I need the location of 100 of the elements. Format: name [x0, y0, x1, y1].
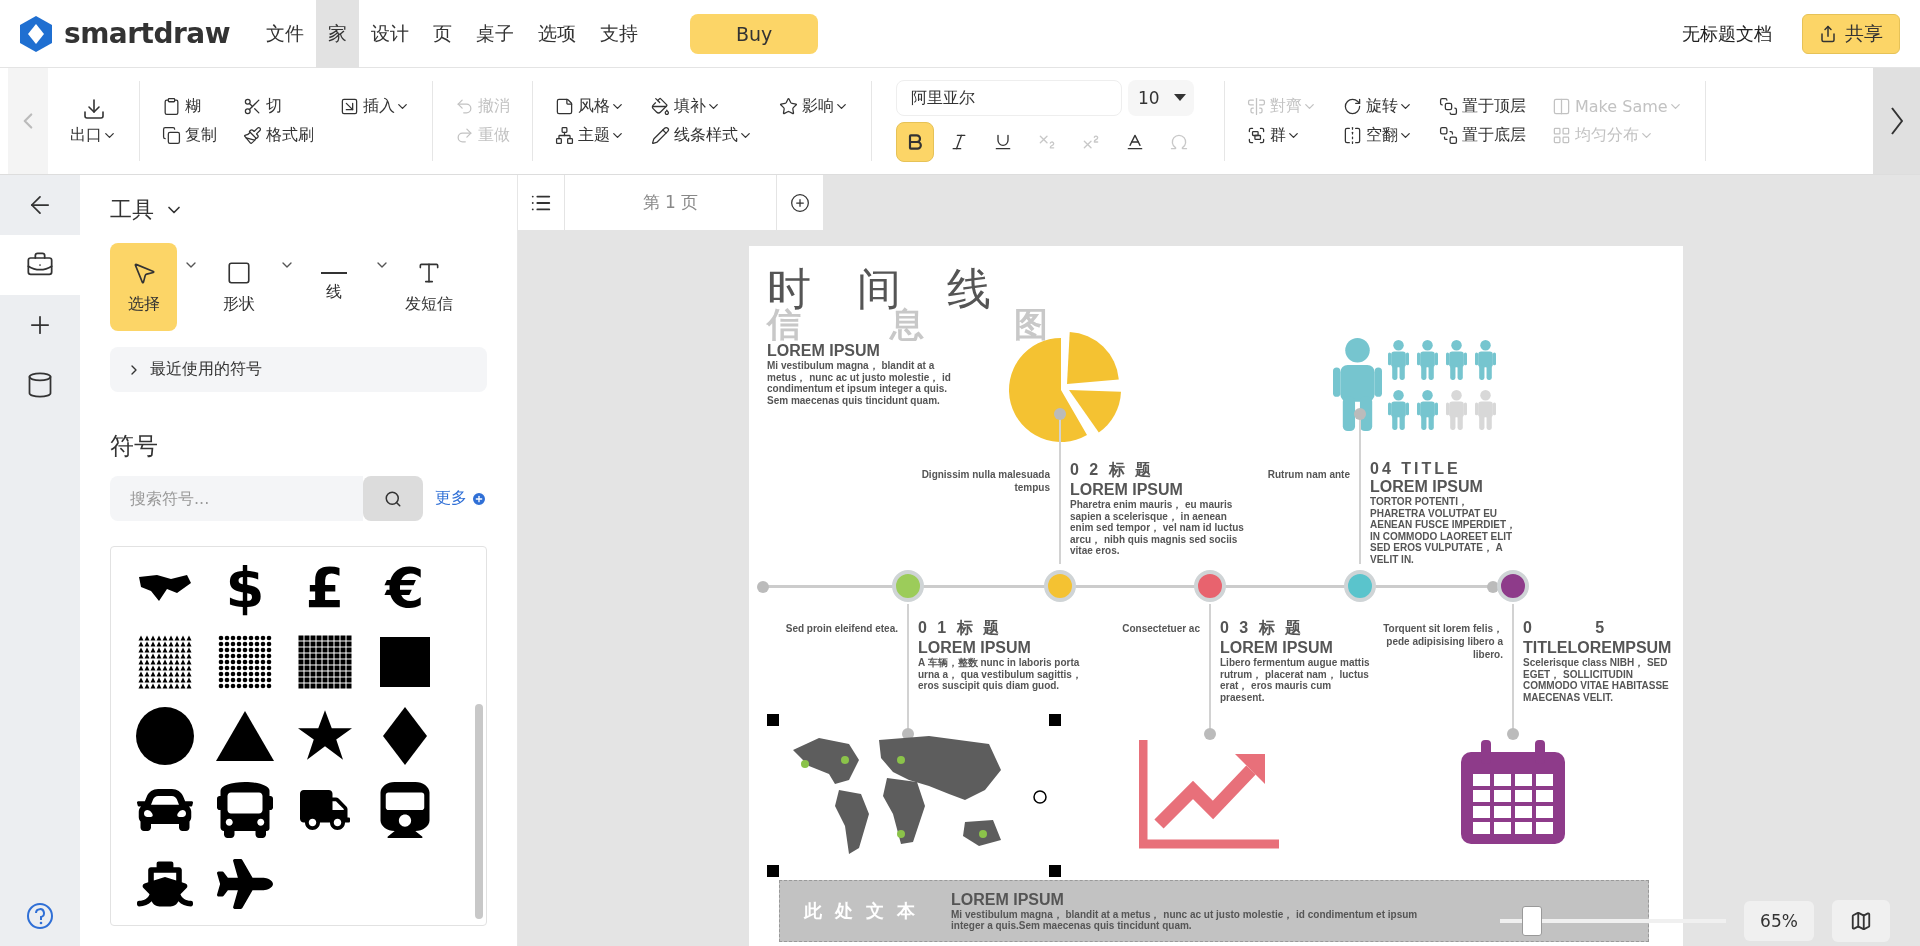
currency-symbol[interactable]: £: [305, 560, 345, 616]
ribbon-button[interactable]: 旋转: [1341, 94, 1415, 119]
ribbon-button[interactable]: 置于底层: [1437, 123, 1528, 148]
ribbon-button[interactable]: 插入: [338, 94, 412, 119]
menu-tab[interactable]: 支持: [588, 0, 651, 68]
milestone-number: 0 1 标 题: [918, 618, 1003, 638]
search-field[interactable]: 搜索符号...: [110, 476, 363, 521]
ribbon-button[interactable]: 出口: [68, 94, 119, 148]
symbols-heading: 符号: [110, 431, 159, 462]
calendar-icon: [1461, 740, 1565, 844]
currency-symbol[interactable]: €: [385, 560, 425, 616]
menu-tab[interactable]: 家: [316, 0, 360, 68]
menu-tab[interactable]: 设计: [359, 0, 422, 68]
star-icon[interactable]: [298, 710, 352, 762]
ribbon-button[interactable]: 切: [241, 94, 316, 119]
share-button[interactable]: 共享: [1802, 13, 1900, 54]
map-symbol-icon[interactable]: [137, 573, 193, 603]
clipboard-icon: [162, 97, 181, 116]
zoom-slider-thumb[interactable]: [1521, 906, 1542, 936]
font-size-dropdown[interactable]: 10: [1128, 80, 1194, 116]
distribute-icon: [1552, 126, 1571, 145]
ribbon-button[interactable]: 群: [1245, 123, 1319, 148]
add-page-button[interactable]: [777, 175, 824, 230]
ribbon-button[interactable]: 填补: [649, 94, 755, 119]
search-button[interactable]: [363, 476, 423, 521]
logo-text: smartdraw: [64, 17, 231, 50]
ribbon-button[interactable]: 主题: [553, 123, 627, 148]
ribbon-button[interactable]: 置于顶层: [1437, 94, 1528, 119]
page-list-button[interactable]: [518, 175, 565, 230]
copy-icon: [162, 126, 181, 145]
selection-handle[interactable]: [1049, 714, 1061, 726]
ribbon-button[interactable]: 线条样式: [649, 123, 755, 148]
milestone-number: 0 2 标 题: [1070, 460, 1155, 480]
tool-button[interactable]: 选择: [110, 243, 178, 331]
scrollbar-thumb[interactable]: [475, 704, 483, 919]
stem-end-dot: [1507, 728, 1519, 740]
menu-tab[interactable]: 页: [421, 0, 465, 68]
selection-handle[interactable]: [767, 714, 779, 726]
more-link[interactable]: 更多: [435, 488, 487, 509]
milestone-title: LOREM IPSUM: [1070, 481, 1183, 499]
milestone-text: Scelerisque class NIBH， SED EGET， SOLLICITUDIN COMMODO VITAE HABITASSE MAECENAS VELIT.: [1523, 657, 1670, 703]
rotate-handle[interactable]: [1033, 790, 1047, 804]
page-tab[interactable]: 第 1 页: [565, 175, 777, 230]
flip-icon: [1343, 126, 1362, 145]
dots-pattern-icon[interactable]: [218, 635, 272, 689]
logo-icon: [20, 15, 52, 52]
share-icon: [1819, 24, 1837, 43]
menu-tab[interactable]: 文件: [254, 0, 317, 68]
banner-heading: LOREM IPSUM: [951, 890, 1064, 909]
ribbon-button[interactable]: 格式刷: [241, 123, 316, 148]
font-field[interactable]: 阿里亚尔: [896, 80, 1122, 116]
map-icon: [1850, 910, 1872, 932]
menu-tab[interactable]: 选项: [526, 0, 589, 68]
timeline-end-dot: [1487, 581, 1499, 593]
milestone-text: Pharetra enim mauris， eu mauris sapien a scelerisque， in aenean enim sed tempor， vel nam id luctus arcu， nibh quis magnis sed sociis vitae eros.: [1070, 499, 1245, 557]
selection-handle[interactable]: [1049, 865, 1061, 877]
menu-tab[interactable]: 桌子: [464, 0, 527, 68]
scissors-icon: [243, 97, 262, 116]
selection-handle[interactable]: [767, 865, 779, 877]
tool-button[interactable]: 发短信: [395, 243, 464, 331]
ribbon-button[interactable]: 风格: [553, 94, 627, 119]
milestone-text: A 车辆，整数 nunc in laboris porta urna a， qua vestibulum sagittis， eros suscipit quis diam guod.: [918, 657, 1083, 692]
search-icon: [384, 489, 402, 508]
undo-icon: [455, 97, 474, 116]
recent-symbols-toggle[interactable]: 最近使用的符号: [110, 347, 487, 392]
buy-button[interactable]: Buy: [690, 13, 819, 54]
milestone-number: 0 3 标 题: [1220, 618, 1305, 638]
rectangle-icon: [225, 259, 252, 286]
triangles-pattern-icon[interactable]: [138, 635, 192, 689]
send-to-back-icon: [1439, 126, 1458, 145]
bold-button[interactable]: [896, 122, 934, 162]
tool-button[interactable]: 线: [300, 243, 368, 331]
ribbon-button[interactable]: 糊: [160, 94, 219, 119]
database-icon: [26, 371, 54, 399]
tools-dropdown[interactable]: 工具: [110, 195, 487, 225]
milestone-caption: Torquent sit lorem felis，pede adipisising libero a libero.: [1383, 622, 1503, 661]
milestone-text: TORTOR POTENTI， PHARETRA VOLUTPAT EU AENEAN FUSCE IMPERDIET， IN COMMODO LAOREET ELIT SED EROS VULPUTATE， A VELIT IN.: [1370, 496, 1518, 565]
currency-symbol[interactable]: $: [225, 560, 265, 616]
bus-icon[interactable]: [217, 782, 273, 838]
ribbon-button[interactable]: 复制: [160, 123, 219, 148]
milestone-title: LOREM IPSUM: [1370, 478, 1483, 496]
toolbox-button[interactable]: [0, 235, 80, 295]
tool-button[interactable]: 形状: [205, 243, 273, 331]
paintbrush-icon: [243, 126, 262, 145]
map-button[interactable]: [1832, 900, 1890, 942]
airplane-icon[interactable]: [217, 856, 273, 912]
milestone-title: TITLELOREMPSUM: [1523, 639, 1672, 657]
paint-bucket-icon: [651, 97, 670, 116]
triangle-icon[interactable]: [216, 711, 274, 761]
ribbon-button[interactable]: 空翻: [1341, 123, 1415, 148]
ribbon-button[interactable]: 影响: [777, 94, 851, 119]
plus-circle-icon: [471, 490, 487, 507]
caret-icon: [1174, 94, 1186, 102]
diamond-icon[interactable]: [383, 707, 427, 765]
timeline-end-dot: [757, 581, 769, 593]
growth-chart-icon: [1139, 740, 1279, 850]
train-icon[interactable]: [377, 782, 433, 838]
circle-icon[interactable]: [136, 707, 194, 765]
grid-pattern-icon[interactable]: [298, 635, 352, 689]
stem-end-dot: [1204, 728, 1216, 740]
